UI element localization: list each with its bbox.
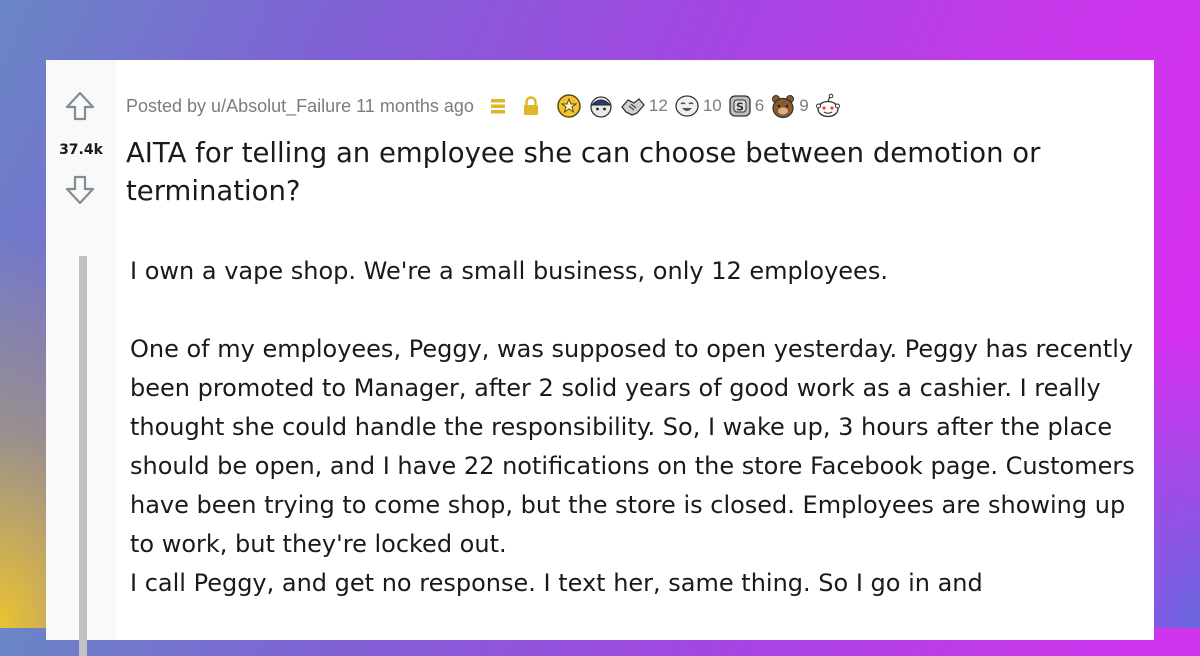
lock-icon [523,96,538,115]
bear-award-icon[interactable]: 9 [770,93,809,119]
post-card: 37.4k Posted by u/Absolut_Failure 11 mon… [46,60,1154,656]
award-count: 12 [648,96,668,115]
laughing-face-award-icon[interactable]: 10 [674,94,722,118]
body-paragraph: I own a vape shop. We're a small busines… [130,257,888,285]
posted-by-text: Posted by u/Absolut_Failure 11 months ag… [126,95,474,116]
stickied-icon [490,99,505,114]
silver-coin-award-icon[interactable]: S 6 [728,94,764,118]
svg-text:S: S [736,101,744,114]
vote-score: 37.4k [59,142,103,158]
post-body: I own a vape shop. We're a small busines… [130,252,1140,603]
silver-handshake-award-icon[interactable]: 12 [620,94,668,118]
award-count: 9 [799,96,809,115]
award-count: 6 [754,96,765,115]
post-title[interactable]: AITA for telling an employee she can cho… [126,134,1151,210]
snoo-award-icon[interactable] [815,93,841,119]
helmet-face-award-icon[interactable] [588,93,614,119]
blockquote-bar [79,256,87,656]
body-paragraph: I call Peggy, and get no response. I tex… [130,569,983,597]
upvote-arrow-icon[interactable] [64,90,96,122]
post-meta: Posted by u/Absolut_Failure 11 months ag… [126,93,841,119]
body-paragraph: One of my employees, Peggy, was supposed… [130,335,1135,558]
gold-medal-award-icon[interactable] [556,93,582,119]
award-count: 10 [702,96,722,115]
downvote-arrow-icon[interactable] [64,174,96,206]
